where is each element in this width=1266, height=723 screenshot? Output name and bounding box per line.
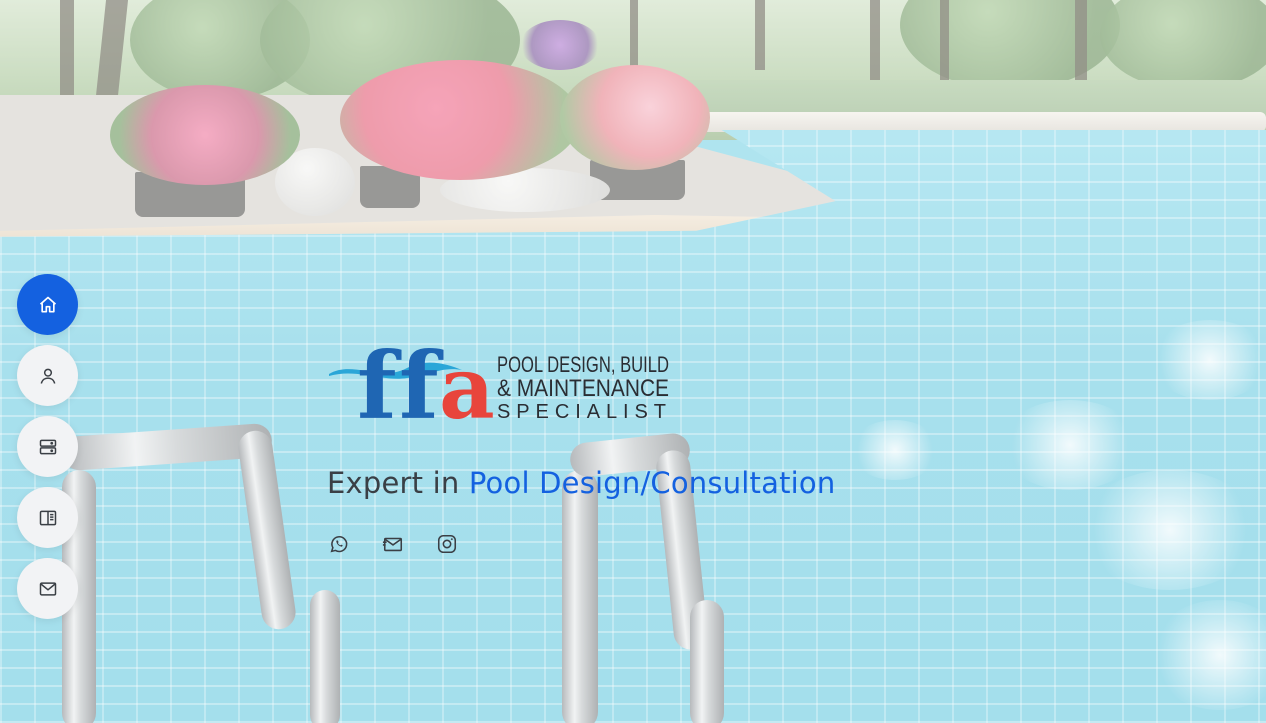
- svg-text:a: a: [439, 338, 495, 422]
- svg-text:f: f: [399, 332, 444, 422]
- logo-line-3: SPECIALIST: [497, 401, 669, 422]
- nav-services-button[interactable]: [17, 416, 78, 477]
- email-send-icon: [382, 537, 403, 552]
- logo-line-2: & MAINTENANCE: [497, 375, 669, 402]
- nav-about-button[interactable]: [17, 345, 78, 406]
- instagram-link[interactable]: [435, 532, 459, 556]
- tagline-highlight: Pool Design/Consultation: [468, 466, 836, 500]
- whatsapp-link[interactable]: [327, 532, 351, 556]
- user-icon: [40, 368, 55, 384]
- side-nav: [17, 274, 78, 629]
- svg-text:f: f: [357, 332, 402, 422]
- nav-portfolio-button[interactable]: [17, 487, 78, 548]
- email-link[interactable]: [381, 532, 405, 556]
- hero-section: f f a POOL DESIGN, BUILD & MAINTENANCE S…: [327, 330, 887, 556]
- instagram-icon: [437, 534, 457, 554]
- hero-tagline: Expert in Pool Design/Consultation: [327, 466, 887, 500]
- server-icon: [39, 439, 56, 454]
- logo-line-1: POOL DESIGN, BUILD: [497, 352, 669, 377]
- nav-contact-button[interactable]: [17, 558, 78, 619]
- home-icon: [39, 296, 56, 312]
- whatsapp-icon: [330, 536, 348, 553]
- mail-icon: [39, 581, 56, 596]
- social-links: [327, 532, 887, 556]
- book-icon: [39, 510, 56, 525]
- tagline-prefix: Expert in: [327, 466, 460, 500]
- company-logo: f f a POOL DESIGN, BUILD & MAINTENANCE S…: [329, 332, 669, 422]
- nav-home-button[interactable]: [17, 274, 78, 335]
